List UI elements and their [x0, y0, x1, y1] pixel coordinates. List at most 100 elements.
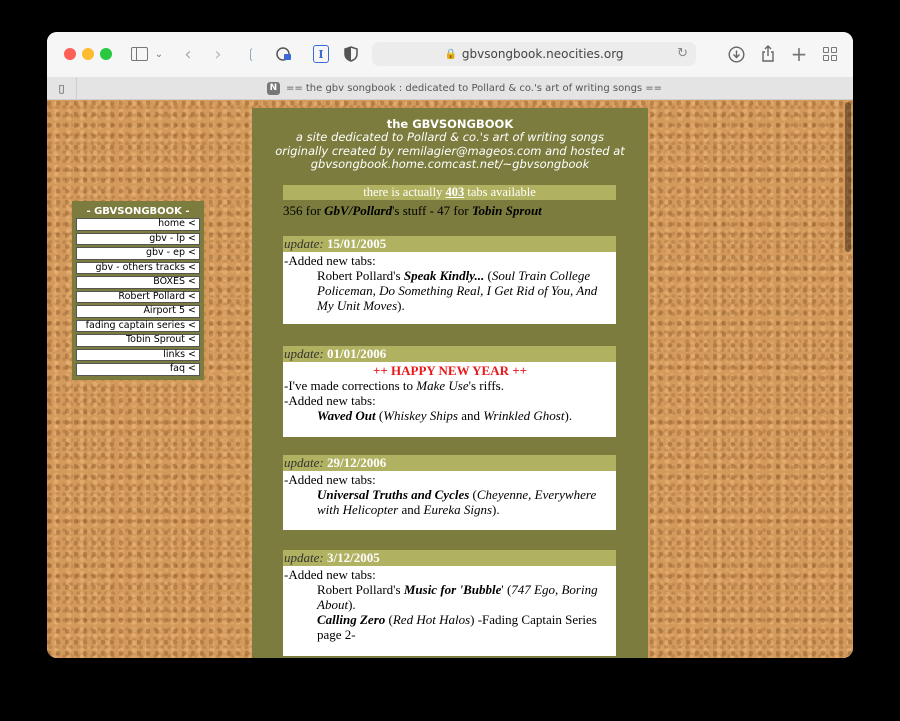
tab-bar: ▯ N == the gbv songbook : dedicated to P… [47, 77, 853, 100]
entry-text: ). [564, 408, 573, 423]
browser-toolbar: ⌄ ‹ › ❲ I 🔒 gbvsongbook.neocities.org ↻ … [47, 32, 853, 78]
update-header: update: 15/01/2005 [283, 236, 616, 252]
split-b: GbV/Pollard [324, 203, 393, 218]
tab-overview-icon[interactable] [821, 44, 839, 64]
nav-item-boxes[interactable]: BOXES < [76, 276, 200, 289]
entry-text: ). [492, 502, 500, 517]
entry-album: Music for ' [403, 582, 464, 597]
entry-song: Whiskey Ships [383, 408, 458, 423]
nav-item-gbv-other-tracks[interactable]: gbv - others tracks < [76, 261, 200, 274]
entry-text: ). [397, 298, 405, 313]
rss-feed-icon[interactable]: ❲ [243, 44, 259, 64]
update-line: -Added new tabs: [284, 567, 376, 582]
update-line: -Added new tabs: [284, 393, 376, 408]
nav-item-tobin-sprout[interactable]: Tobin Sprout < [76, 334, 200, 347]
tab-active[interactable]: N == the gbv songbook : dedicated to Pol… [76, 77, 853, 99]
update-label: update: [284, 346, 324, 361]
nav-item-home[interactable]: home < [76, 218, 200, 231]
nav-item-fading-captain[interactable]: fading captain series < [76, 319, 200, 332]
nav-title: - GBVSONGBOOK - [86, 206, 190, 217]
site-title: the GBVSONGBOOK [386, 117, 514, 131]
minimize-window-button[interactable] [82, 48, 94, 60]
entry-album: Universal Truths and Cycles [317, 487, 470, 502]
downloads-icon[interactable] [727, 44, 745, 64]
update-line: -Added new tabs: [284, 472, 376, 487]
back-button[interactable]: ‹ [180, 44, 196, 65]
nav-item-faq[interactable]: faq < [76, 363, 200, 376]
zoom-window-button[interactable] [100, 48, 112, 60]
update-header: update: 01/01/2006 [283, 346, 616, 362]
update-block-4: update: 3/12/2005 -Added new tabs: Rober… [283, 550, 616, 656]
site-subtitle-1: a site dedicated to Pollard & co.'s art … [295, 130, 605, 144]
entry-song: Red Hot Halos [392, 612, 471, 627]
tab-count-bar: there is actually 403 tabs available [283, 185, 616, 200]
entry-text: Robert Pollard's [317, 582, 404, 597]
tab-title: == the gbv songbook : dedicated to Polla… [285, 82, 663, 94]
entry-album: Calling Zero [317, 612, 386, 627]
update-label: update: [284, 236, 324, 251]
privacy-report-icon[interactable] [275, 44, 293, 64]
nav-item-robert-pollard[interactable]: Robert Pollard < [76, 290, 200, 303]
entry-song: Wrinkled Ghost [483, 408, 565, 423]
site-header: the GBVSONGBOOK a site dedicated to Poll… [252, 108, 648, 172]
update-entry: Robert Pollard's Music for 'Bubble' (747… [284, 582, 616, 612]
entry-text: and [398, 502, 424, 517]
entry-album: Speak Kindly... [403, 268, 485, 283]
entry-song: Make Use [416, 378, 469, 393]
entry-text: ( [469, 487, 477, 502]
update-entry: Waved Out (Whiskey Ships and Wrinkled Gh… [284, 408, 616, 423]
split-c: 's stuff - 47 for [392, 203, 472, 218]
nav-item-gbv-ep[interactable]: gbv - ep < [76, 247, 200, 260]
entry-text: ( [385, 612, 393, 627]
pinned-tab-icon[interactable]: ▯ [47, 77, 77, 99]
update-body: ++ HAPPY NEW YEAR ++ -I've made correcti… [283, 362, 616, 437]
update-date: 15/01/2005 [326, 236, 387, 251]
new-tab-icon[interactable]: + [790, 42, 808, 66]
update-header: update: 29/12/2006 [283, 455, 616, 471]
main-content: the GBVSONGBOOK a site dedicated to Poll… [252, 108, 648, 658]
update-line: -Added new tabs: [284, 253, 376, 268]
happy-new-year-banner: ++ HAPPY NEW YEAR ++ [372, 363, 528, 378]
update-block-1: update: 15/01/2005 -Added new tabs: Robe… [283, 236, 616, 324]
count-pre: there is actually [363, 185, 446, 199]
nav-item-gbv-lp[interactable]: gbv - lp < [76, 232, 200, 245]
close-window-button[interactable] [64, 48, 76, 60]
lock-icon: 🔒 [444, 48, 457, 60]
count-split: 356 for GbV/Pollard's stuff - 47 for Tob… [283, 203, 623, 219]
nav-item-links[interactable]: links < [76, 348, 200, 361]
favicon: N [266, 81, 280, 95]
site-subtitle-3: gbvsongbook.home.comcast.net/~gbvsongboo… [310, 157, 590, 171]
update-body: -Added new tabs: Robert Pollard's Music … [283, 566, 616, 656]
update-body: -Added new tabs: Robert Pollard's Speak … [283, 252, 616, 324]
update-entry: Robert Pollard's Speak Kindly... (Soul T… [284, 268, 616, 313]
browser-window: ⌄ ‹ › ❲ I 🔒 gbvsongbook.neocities.org ↻ … [47, 32, 853, 658]
site-subtitle-2: originally created by remilagier@mageos.… [275, 143, 625, 158]
entry-song: Eureka Signs [423, 502, 493, 517]
update-date: 01/01/2006 [326, 346, 387, 361]
update-label: update: [284, 455, 324, 470]
update-entry: Calling Zero (Red Hot Halos) -Fading Cap… [284, 612, 616, 642]
shield-icon[interactable] [343, 44, 359, 64]
forward-button[interactable]: › [210, 44, 226, 65]
update-entry: Universal Truths and Cycles (Cheyenne, E… [284, 487, 616, 517]
entry-album: Bubble [463, 582, 502, 597]
update-header: update: 3/12/2005 [283, 550, 616, 566]
entry-text: Robert Pollard's [317, 268, 404, 283]
site-nav: - GBVSONGBOOK - home < gbv - lp < gbv - … [72, 201, 204, 380]
entry-text: -I've made corrections to [284, 378, 417, 393]
reader-mode-icon[interactable]: I [312, 44, 330, 64]
reload-icon[interactable]: ↻ [677, 46, 688, 61]
nav-item-airport-5[interactable]: Airport 5 < [76, 305, 200, 318]
share-icon[interactable] [759, 44, 777, 64]
url-text: gbvsongbook.neocities.org [461, 47, 624, 61]
sidebar-toggle-icon[interactable] [129, 44, 149, 64]
count-post: tabs available [464, 185, 536, 199]
page-viewport: - GBVSONGBOOK - home < gbv - lp < gbv - … [47, 100, 853, 658]
address-bar[interactable]: 🔒 gbvsongbook.neocities.org ↻ [372, 42, 696, 66]
count-link[interactable]: 403 [446, 185, 465, 199]
entry-text: ' ( [501, 582, 512, 597]
scrollbar[interactable] [845, 102, 851, 252]
update-date: 3/12/2005 [326, 550, 380, 565]
update-line: -I've made corrections to Make Use's rif… [284, 378, 616, 393]
chevron-down-icon[interactable]: ⌄ [153, 44, 165, 64]
